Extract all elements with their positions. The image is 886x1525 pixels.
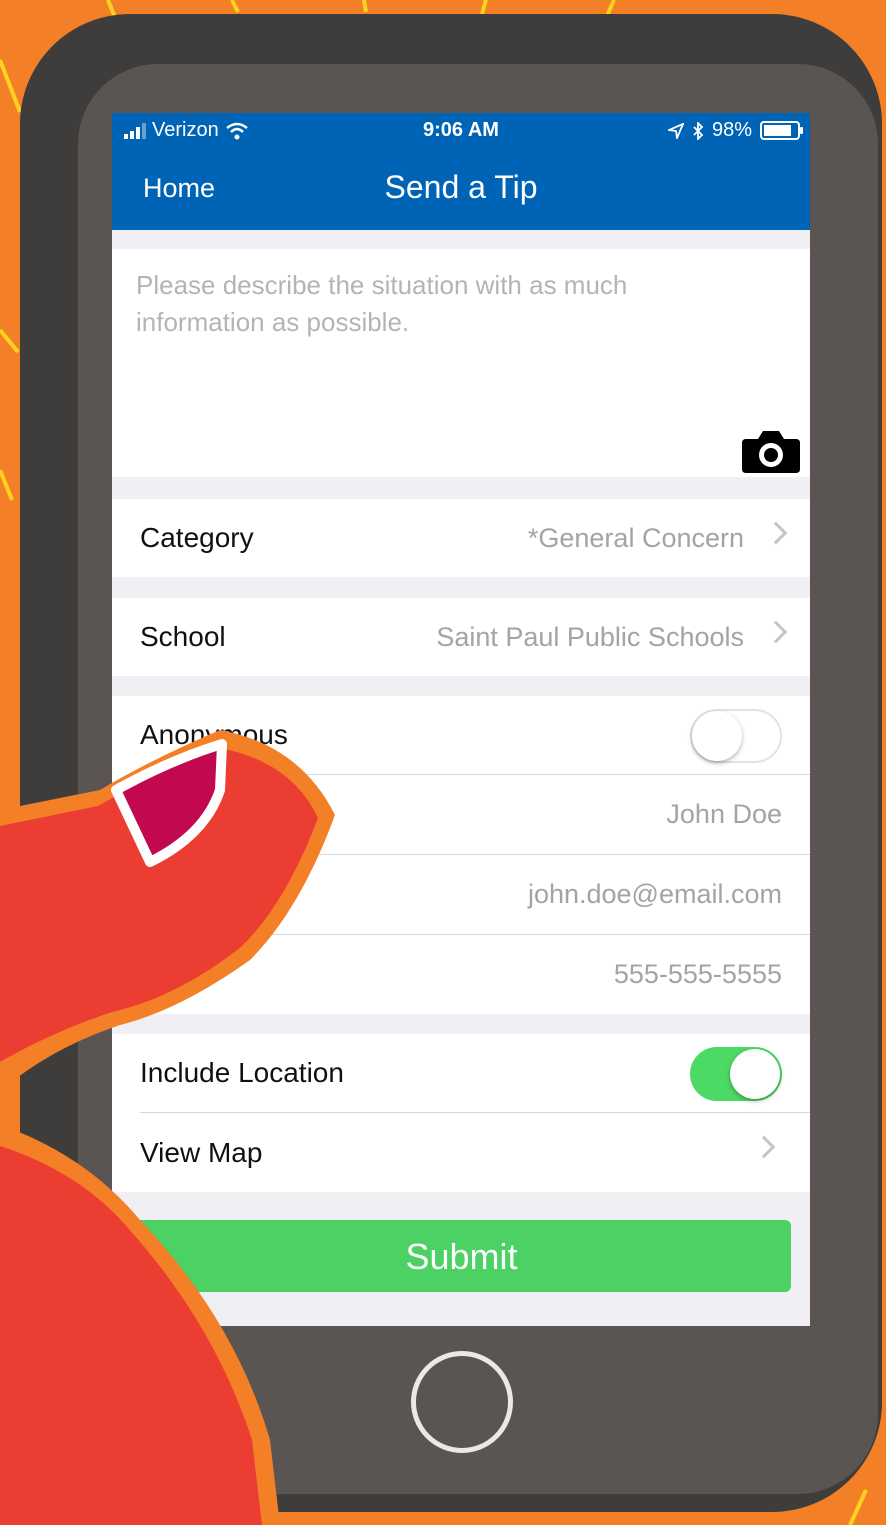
phone-row[interactable]: e 555-555-5555 bbox=[140, 934, 810, 1014]
location-arrow-icon bbox=[667, 122, 684, 139]
name-field[interactable]: John Doe bbox=[666, 775, 782, 854]
home-button[interactable] bbox=[411, 1351, 513, 1453]
phone-field[interactable]: 555-555-5555 bbox=[614, 935, 782, 1014]
email-row[interactable]: john.doe@email.com bbox=[140, 854, 810, 934]
description-box bbox=[112, 249, 810, 477]
school-row[interactable]: School Saint Paul Public Schools bbox=[112, 598, 810, 676]
chevron-right-icon bbox=[752, 1135, 776, 1159]
include-location-row: Include Location bbox=[112, 1034, 810, 1112]
view-map-label: View Map bbox=[140, 1137, 263, 1168]
camera-icon[interactable] bbox=[740, 427, 802, 475]
battery-percent: 98% bbox=[711, 119, 752, 141]
category-label: Category bbox=[140, 522, 254, 553]
navigation-bar: Verizon 9:06 AM 98% Home Send a Tip bbox=[112, 113, 810, 230]
chevron-right-icon bbox=[764, 521, 788, 545]
view-map-row[interactable]: View Map bbox=[140, 1112, 810, 1192]
submit-button[interactable]: Submit bbox=[132, 1220, 791, 1292]
phone-label: e bbox=[198, 959, 214, 990]
anonymous-label: Anonymous bbox=[140, 719, 288, 750]
anonymous-toggle[interactable] bbox=[690, 709, 782, 763]
page-title: Send a Tip bbox=[384, 169, 538, 205]
category-group: Category *General Concern bbox=[112, 499, 810, 577]
school-value: Saint Paul Public Schools bbox=[436, 622, 744, 652]
include-location-label: Include Location bbox=[140, 1057, 344, 1088]
app-screen: Verizon 9:06 AM 98% Home Send a Tip Plea… bbox=[112, 113, 810, 1326]
location-group: Include Location View Map bbox=[112, 1034, 810, 1192]
anonymous-row: Anonymous bbox=[112, 696, 810, 774]
category-row[interactable]: Category *General Concern bbox=[112, 499, 810, 577]
chevron-right-icon bbox=[764, 620, 788, 644]
status-bar: Verizon 9:06 AM 98% bbox=[112, 119, 810, 151]
battery-icon bbox=[760, 121, 803, 140]
school-label: School bbox=[140, 621, 226, 652]
bluetooth-icon bbox=[693, 121, 704, 140]
category-value: *General Concern bbox=[527, 523, 744, 553]
description-input[interactable] bbox=[134, 265, 748, 449]
contact-group: Anonymous John Doe john.doe@email.com e … bbox=[112, 696, 810, 1014]
name-row[interactable]: John Doe bbox=[140, 774, 810, 854]
email-field[interactable]: john.doe@email.com bbox=[528, 855, 782, 934]
include-location-toggle[interactable] bbox=[690, 1047, 782, 1101]
school-group: School Saint Paul Public Schools bbox=[112, 598, 810, 676]
